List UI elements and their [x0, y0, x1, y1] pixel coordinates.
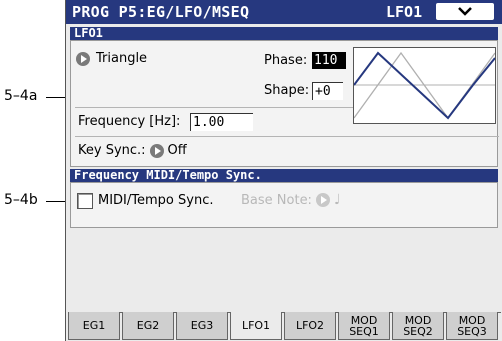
tab-mod-seq1[interactable]: MOD SEQ1: [338, 312, 390, 340]
chevron-down-icon: [458, 7, 472, 16]
waveform-select[interactable]: Triangle: [76, 51, 147, 66]
tab-mod-seq2[interactable]: MOD SEQ2: [392, 312, 444, 340]
frequency-label: Frequency [Hz]:: [78, 114, 181, 129]
callout-5-4b: 5–4b: [4, 192, 38, 208]
tab-lfo2[interactable]: LFO2: [284, 312, 336, 340]
key-sync-value: Off: [167, 143, 187, 158]
lfo-section-title: LFO1: [74, 26, 103, 40]
waveform-value: Triangle: [96, 51, 148, 66]
tab-bar: EG1 EG2 EG3 LFO1 LFO2 MOD SEQ1 MOD SEQ2 MO…: [68, 312, 501, 341]
base-note-value: ♩: [333, 192, 341, 208]
sync-section-header: Frequency MIDI/Tempo Sync.: [70, 169, 498, 182]
shape-label: Shape:: [264, 83, 310, 98]
phase-label: Phase:: [264, 53, 308, 68]
base-note-select[interactable]: Base Note: ♩: [241, 192, 341, 208]
arrow-right-circle-icon: [315, 193, 330, 207]
divider: [75, 136, 499, 137]
tab-eg1[interactable]: EG1: [68, 312, 120, 340]
sync-section: MIDI/Tempo Sync. Base Note: ♩: [70, 182, 498, 228]
page-name: LFO1: [386, 3, 423, 21]
shape-field[interactable]: +0: [312, 82, 343, 100]
page-menu-button[interactable]: [436, 3, 494, 20]
frequency-field[interactable]: 1.00: [190, 113, 253, 131]
callout-line-a: [46, 97, 65, 98]
tab-eg3[interactable]: EG3: [176, 312, 228, 340]
lfo-section-header: LFO1: [70, 27, 498, 40]
key-sync-label: Key Sync.:: [78, 143, 146, 158]
title-bar: PROG P5:EG/LFO/MSEQ LFO1: [66, 0, 502, 24]
phase-field[interactable]: 110: [312, 52, 346, 69]
base-note-label: Base Note:: [241, 192, 312, 208]
tab-lfo1[interactable]: LFO1: [230, 312, 282, 340]
divider: [75, 107, 357, 108]
arrow-right-circle-icon: [149, 143, 164, 158]
tab-eg2[interactable]: EG2: [122, 312, 174, 340]
callout-5-4a: 5–4a: [4, 88, 38, 104]
tab-mod-seq3[interactable]: MOD SEQ3: [446, 312, 498, 340]
page-title: PROG P5:EG/LFO/MSEQ: [72, 3, 250, 21]
sync-section-title: Frequency MIDI/Tempo Sync.: [74, 168, 262, 182]
lcd-screen: PROG P5:EG/LFO/MSEQ LFO1 LFO1 Triangle P…: [65, 0, 502, 341]
arrow-right-circle-icon: [76, 51, 90, 66]
waveform-display: [353, 47, 496, 124]
triangle-wave-graph: [353, 51, 496, 120]
key-sync-select[interactable]: Key Sync.: Off: [78, 143, 187, 158]
midi-tempo-sync-checkbox[interactable]: [77, 193, 93, 209]
midi-tempo-sync-label: MIDI/Tempo Sync.: [98, 193, 214, 208]
